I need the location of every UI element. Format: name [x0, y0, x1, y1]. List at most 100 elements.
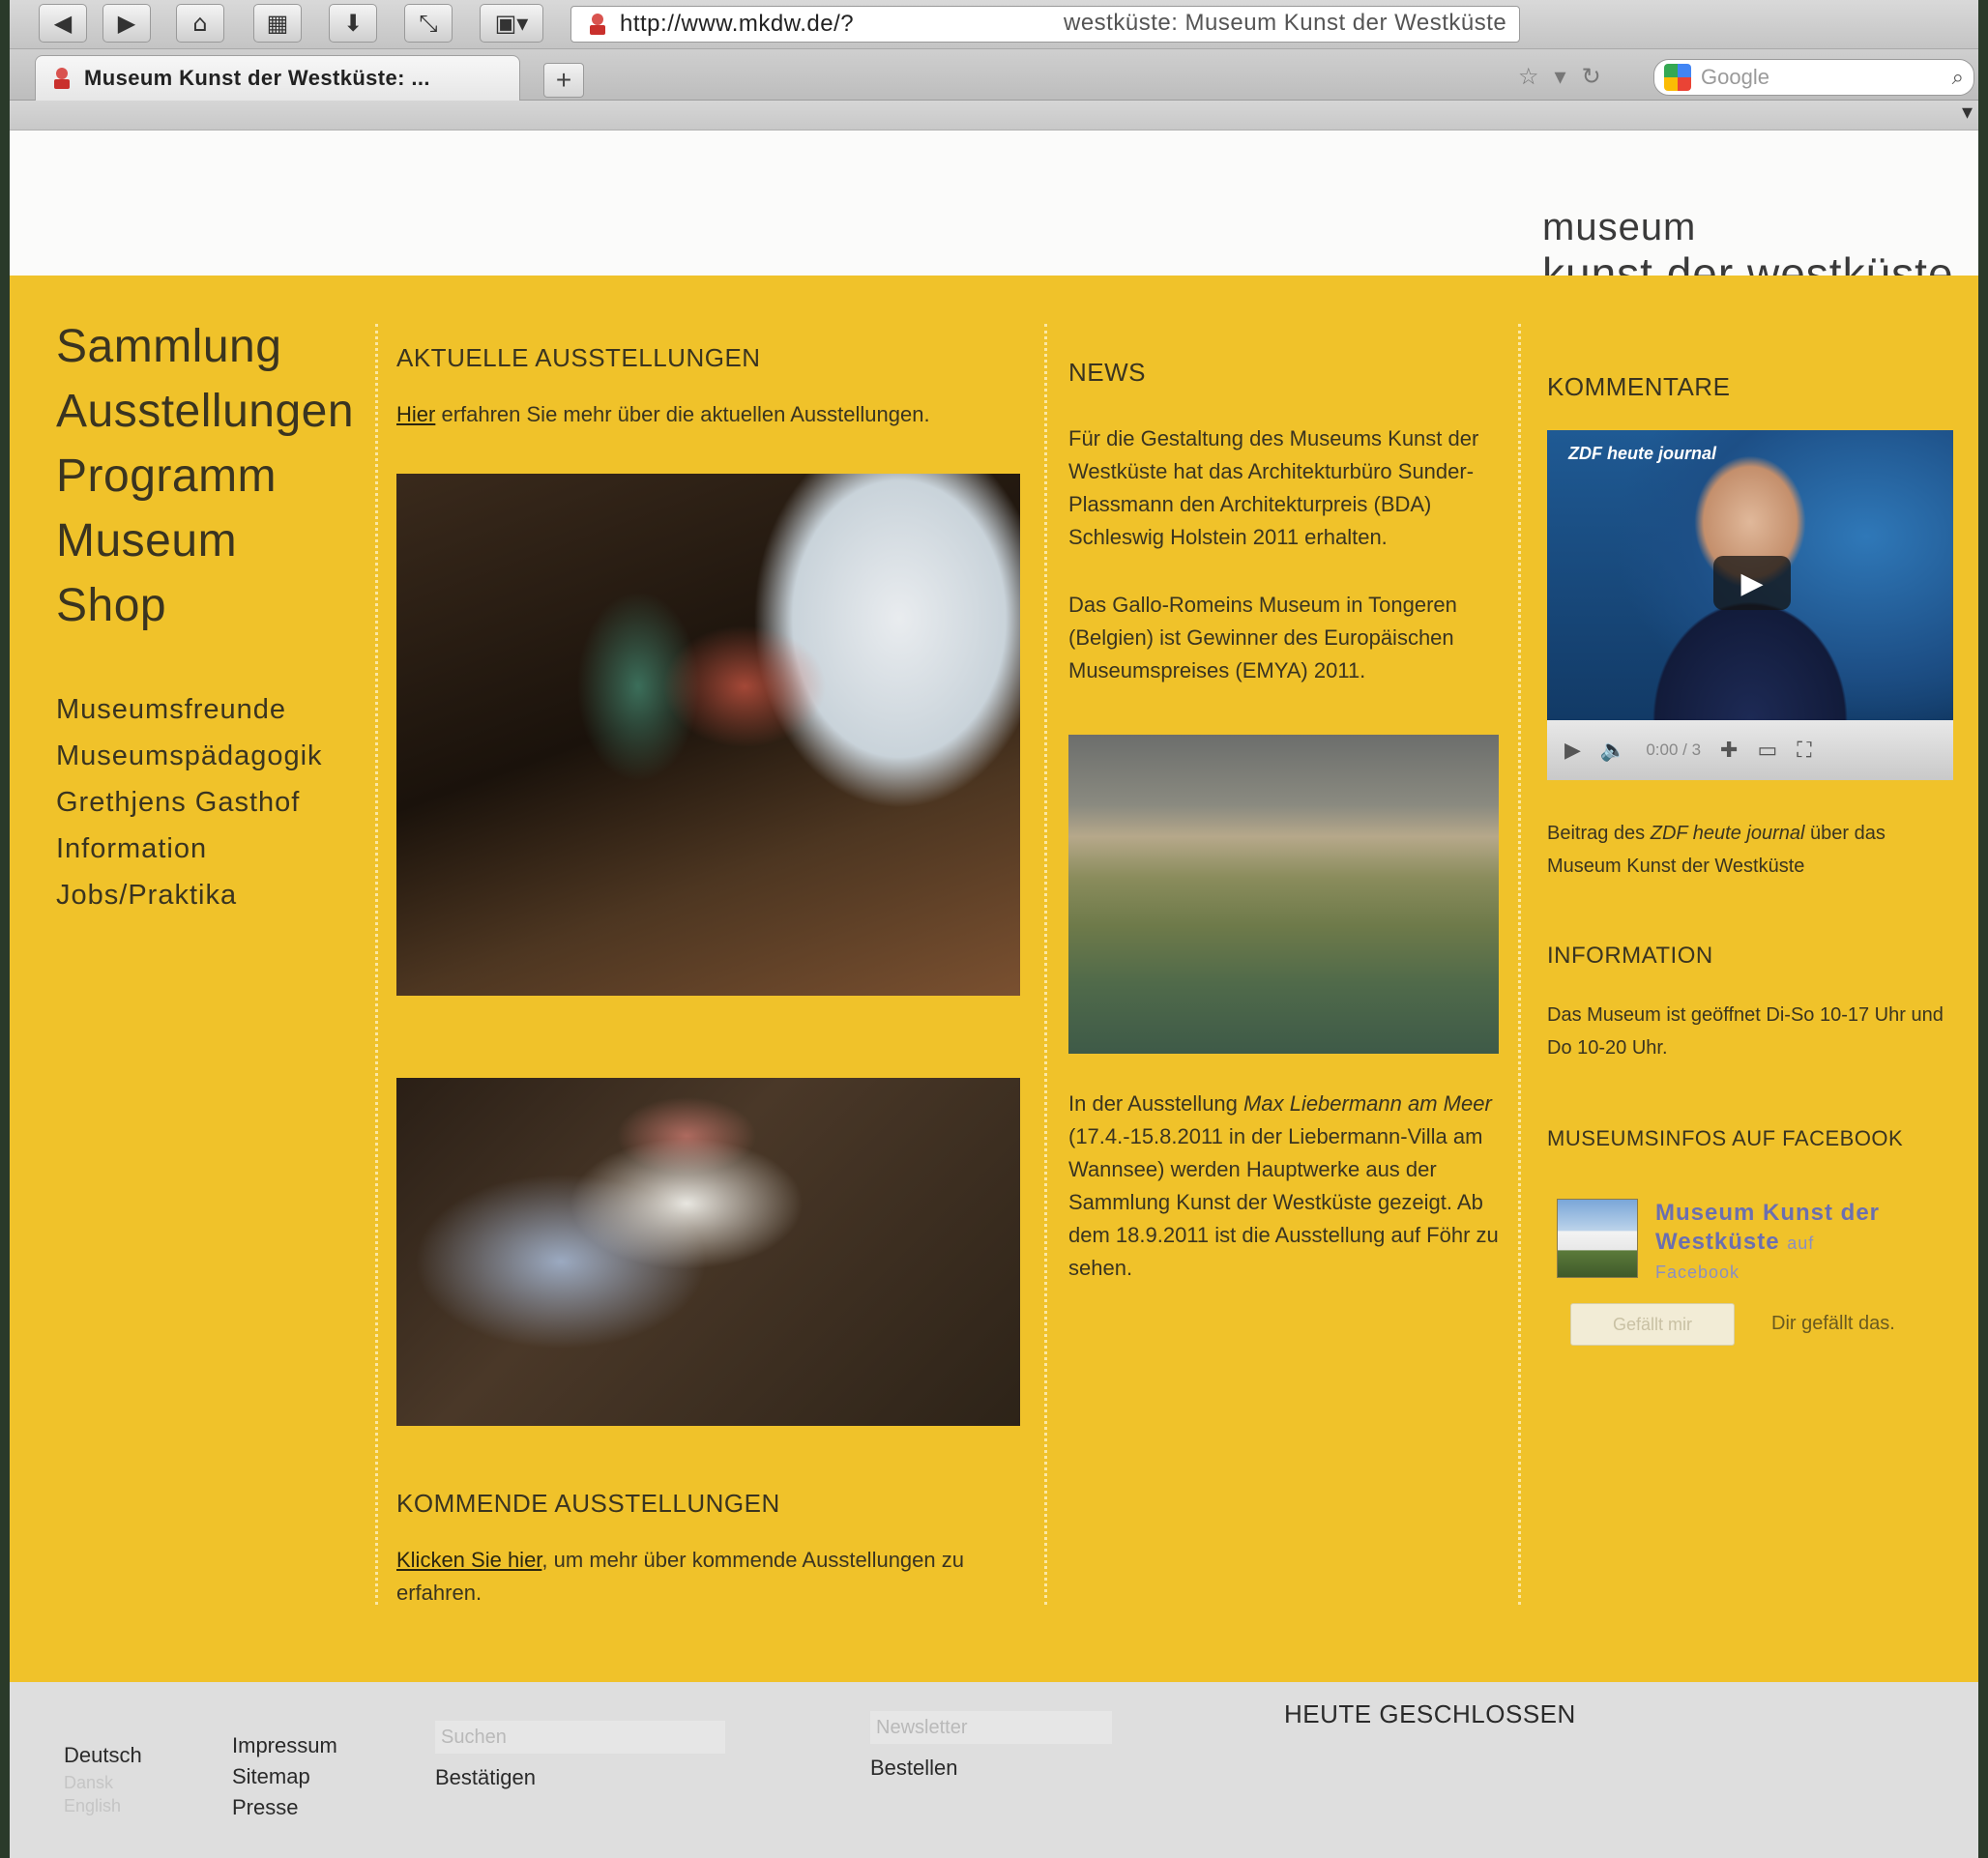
column-divider [1044, 324, 1047, 1605]
newsletter-input[interactable] [870, 1711, 1112, 1744]
dropdown-icon[interactable]: ▾ [1555, 63, 1566, 90]
footer-link-impressum[interactable]: Impressum [232, 1730, 337, 1761]
new-tab-button[interactable]: + [543, 63, 584, 98]
monitor-screen: ◀ ▶ ⌂ ▦ ⬇ ⤡ ▣▾ http://www.mkdw.de/? west… [10, 0, 1978, 1858]
tab-bar: Museum Kunst der Westküste: ... + ☆ ▾ ↻ … [10, 49, 1978, 101]
current-exhibitions-link[interactable]: Hier [396, 402, 435, 426]
subnav-item-jobs[interactable]: Jobs/Praktika [56, 872, 354, 918]
newsletter-submit[interactable]: Bestellen [870, 1756, 958, 1781]
back-arrow-icon[interactable]: ◀ [39, 4, 87, 43]
current-exhibitions-text: Hier erfahren Sie mehr über die aktuelle… [396, 398, 1015, 431]
facebook-thumbnail[interactable] [1557, 1199, 1638, 1278]
search-icon[interactable]: ⌕ [1952, 66, 1964, 90]
subnav-item-information[interactable]: Information [56, 826, 354, 872]
news-column: NEWS Für die Gestaltung des Museums Kuns… [1068, 358, 1494, 709]
footer-search-input[interactable] [435, 1721, 725, 1754]
exhibition-photo-table[interactable] [396, 1078, 1020, 1426]
url-text[interactable]: http://www.mkdw.de/? [620, 11, 854, 38]
search-box[interactable]: Google ⌕ [1653, 59, 1974, 96]
subnav-item-museumsfreunde[interactable]: Museumsfreunde [56, 686, 354, 733]
bookmarks-strip: ▾ [10, 101, 1978, 131]
subnav-item-grethjens-gasthof[interactable]: Grethjens Gasthof [56, 779, 354, 826]
main-nav: Sammlung Ausstellungen Programm Museum S… [56, 314, 354, 638]
news-item-3-after: (17.4.-15.8.2011 in der Liebermann-Villa… [1068, 1124, 1499, 1280]
column-divider [1518, 324, 1521, 1605]
bookmark-star-icon[interactable]: ☆ [1518, 63, 1539, 90]
language-switcher: Deutsch Dansk English [64, 1740, 142, 1817]
opening-status: HEUTE GESCHLOSSEN [1284, 1699, 1576, 1728]
news-photo-dunes[interactable] [1068, 735, 1499, 1054]
search-placeholder[interactable]: Google [1701, 65, 1952, 90]
news-item-3-text: In der Ausstellung Max Liebermann am Mee… [1068, 1088, 1499, 1285]
news-item-3-title: Max Liebermann am Meer [1243, 1091, 1492, 1116]
youtube-icon[interactable]: ▭ [1757, 739, 1777, 763]
volume-icon[interactable]: 🔈 [1600, 739, 1626, 763]
nav-item-programm[interactable]: Programm [56, 444, 354, 508]
nav-item-shop[interactable]: Shop [56, 573, 354, 638]
play-control-icon[interactable]: ▶ [1564, 739, 1581, 763]
facebook-like-button[interactable]: Gefällt mir [1570, 1303, 1735, 1346]
tab-museum[interactable]: Museum Kunst der Westküste: ... [35, 55, 520, 101]
facebook-platform[interactable]: Facebook [1655, 1258, 1936, 1287]
nav-item-sammlung[interactable]: Sammlung [56, 314, 354, 379]
left-navigation: Sammlung Ausstellungen Programm Museum S… [56, 314, 354, 918]
facebook-suffix: auf [1787, 1234, 1815, 1253]
facebook-page-link[interactable]: Museum Kunst der Westküste auf Facebook [1655, 1199, 1936, 1287]
logo-line-museum: museum [1542, 206, 1697, 248]
exhibition-photo-interior[interactable] [396, 474, 1020, 996]
google-icon[interactable] [1664, 64, 1691, 91]
nav-icon-group: ☆ ▾ ↻ [1518, 63, 1601, 90]
tab-favicon-icon [49, 66, 74, 91]
addon-icon[interactable]: ▣▾ [480, 4, 543, 43]
bookmarks-icon[interactable]: ▦ [253, 4, 302, 43]
forward-arrow-icon[interactable]: ▶ [102, 4, 151, 43]
like-label: Gefällt mir [1612, 1314, 1692, 1334]
video-player[interactable]: ZDF heute journal ▶ ▶ 🔈 0:00 / 3 ✚ ▭ ⛶ [1547, 430, 1953, 780]
video-time: 0:00 / 3 [1646, 740, 1702, 759]
upcoming-exhibitions-link[interactable]: Klicken Sie hier [396, 1548, 541, 1572]
facebook-block: MUSEUMSINFOS AUF FACEBOOK [1547, 1126, 1963, 1151]
lang-dansk[interactable]: Dansk [64, 1771, 142, 1794]
sub-nav: Museumsfreunde Museumspädagogik Grethjen… [56, 686, 354, 918]
footer-link-presse[interactable]: Presse [232, 1792, 337, 1823]
lang-deutsch[interactable]: Deutsch [64, 1740, 142, 1771]
current-exhibitions-title: AKTUELLE AUSSTELLUNGEN [396, 343, 761, 372]
video-caption: ZDF heute journal [1568, 444, 1716, 463]
home-icon[interactable]: ⌂ [176, 4, 224, 43]
facebook-title: MUSEUMSINFOS AUF FACEBOOK [1547, 1126, 1904, 1150]
reload-icon[interactable]: ↻ [1582, 63, 1601, 90]
plus-icon[interactable]: ✚ [1720, 739, 1738, 763]
footer-search: Bestätigen [435, 1721, 725, 1790]
video-description-text: Beitrag des ZDF heute journal über das M… [1547, 817, 1953, 883]
video-controls: ▶ 🔈 0:00 / 3 ✚ ▭ ⛶ [1547, 720, 1953, 780]
facebook-widget: Museum Kunst der Westküste auf Facebook … [1557, 1199, 1953, 1363]
news-item-3: In der Ausstellung Max Liebermann am Mee… [1068, 1088, 1499, 1285]
subnav-item-museumspaedagogik[interactable]: Museumspädagogik [56, 733, 354, 779]
comments-title: KOMMENTARE [1547, 372, 1731, 401]
lang-english[interactable]: English [64, 1794, 142, 1817]
nav-item-museum[interactable]: Museum [56, 508, 354, 573]
fullscreen-video-icon[interactable]: ⛶ [1797, 739, 1811, 763]
chevron-down-icon[interactable]: ▾ [1962, 101, 1973, 125]
footer-newsletter: Bestellen [870, 1711, 1112, 1781]
upcoming-exhibitions: KOMMENDE AUSSTELLUNGEN Klicken Sie hier,… [396, 1489, 1015, 1631]
video-description-em: ZDF heute journal [1650, 823, 1805, 844]
footer-link-sitemap[interactable]: Sitemap [232, 1761, 337, 1792]
current-exhibitions: AKTUELLE AUSSTELLUNGEN Hier erfahren Sie… [396, 343, 1015, 452]
video-description: Beitrag des ZDF heute journal über das M… [1547, 817, 1953, 883]
main-content: Sammlung Ausstellungen Programm Museum S… [10, 276, 1978, 1682]
news-item-3-before: In der Ausstellung [1068, 1091, 1244, 1116]
fullscreen-icon[interactable]: ⤡ [404, 4, 453, 43]
facebook-page-name[interactable]: Museum Kunst der Westküste [1655, 1200, 1880, 1255]
download-icon[interactable]: ⬇ [329, 4, 377, 43]
window-title: westküste: Museum Kunst der Westküste [1064, 10, 1507, 36]
tab-title: Museum Kunst der Westküste: ... [84, 66, 430, 90]
upcoming-exhibitions-text: Klicken Sie hier, um mehr über kommende … [396, 1544, 1015, 1610]
nav-item-ausstellungen[interactable]: Ausstellungen [56, 379, 354, 444]
site-header: museum kunst der westküste [10, 131, 1978, 299]
video-description-before: Beitrag des [1547, 823, 1651, 844]
information-title: INFORMATION [1547, 943, 1713, 969]
footer-search-submit[interactable]: Bestätigen [435, 1765, 536, 1790]
news-title: NEWS [1068, 358, 1146, 387]
play-icon[interactable]: ▶ [1713, 556, 1791, 610]
